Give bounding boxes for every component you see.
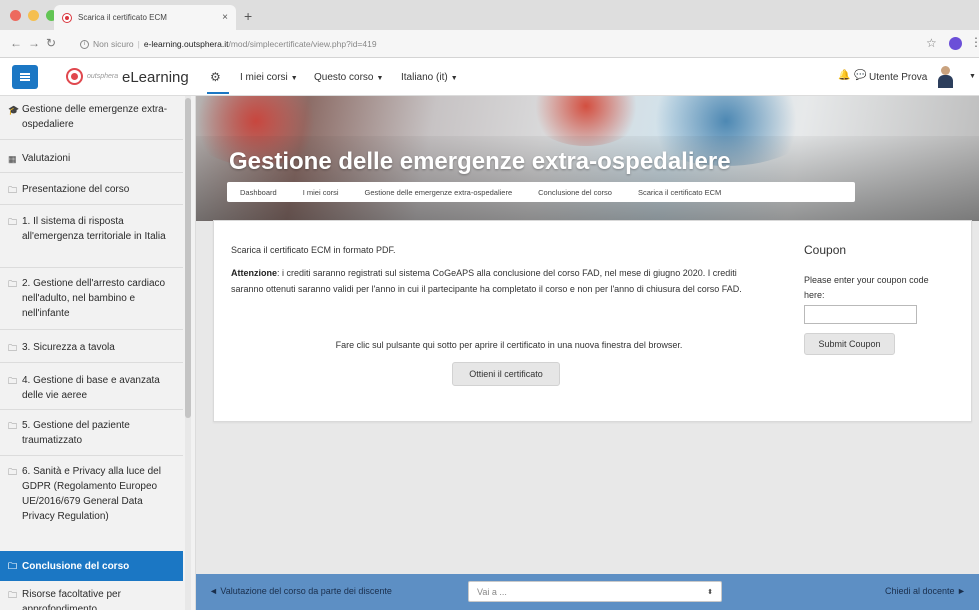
site-navbar: outsphera eLearning ⚙ I miei corsi ▼ Ques… [0, 58, 979, 96]
chevron-down-icon: ▼ [290, 75, 298, 82]
breadcrumb-item[interactable]: Dashboard [227, 188, 290, 197]
submit-coupon-button[interactable]: Submit Coupon [804, 333, 895, 355]
url-security-label: Non sicuro [93, 39, 134, 49]
avatar[interactable] [936, 66, 954, 88]
coupon-title: Coupon [804, 243, 847, 257]
folder-icon: 🗀 [8, 561, 18, 571]
folder-icon: 🗀 [8, 421, 18, 431]
folder-icon: 🗀 [8, 343, 18, 353]
sidebar-item-section[interactable]: 🗀 3. Sicurezza a tavola [0, 340, 183, 355]
coupon-hint: Please enter your coupon code here: [804, 275, 929, 300]
hamburger-icon [20, 76, 30, 78]
drawer-toggle-button[interactable] [12, 65, 38, 89]
jump-to-placeholder: Vai a ... [477, 586, 507, 597]
url-separator: | [137, 39, 140, 49]
previous-activity-link[interactable]: ◄ Valutazione del corso da parte dei dis… [209, 586, 392, 596]
browser-tab[interactable]: Scarica il certificato ECM × [54, 5, 236, 30]
url-host: e-learning.outsphera.it [143, 39, 229, 49]
menu-this-course[interactable]: Questo corso ▼ [314, 72, 383, 83]
coupon-code-input[interactable] [804, 305, 917, 324]
minimize-window-button[interactable] [28, 10, 39, 21]
breadcrumb: Dashboard I miei corsi Gestione delle em… [227, 182, 855, 202]
main-content: Gestione delle emergenze extra-ospedalie… [196, 96, 979, 610]
course-sidebar: 🎓 Gestione delle emergenze extra-ospedali… [0, 96, 196, 610]
sidebar-item-section[interactable]: 🗀 4. Gestione di base e avanzata delle vi… [0, 373, 183, 403]
info-icon[interactable]: i [80, 39, 89, 49]
sidebar-item-active[interactable]: 🗀 Conclusione del corso [0, 551, 183, 581]
sidebar-item-section[interactable]: 🗀 6. Sanità e Privacy alla luce del GDPR … [0, 464, 183, 524]
site-brand[interactable]: eLearning [122, 69, 189, 86]
table-icon: ▦ [8, 154, 17, 164]
folder-icon: 🗀 [8, 185, 18, 195]
breadcrumb-item[interactable]: I miei corsi [290, 188, 352, 197]
tab-close-icon[interactable]: × [222, 12, 228, 23]
sidebar-item-section[interactable]: 🗀 Presentazione del corso [0, 182, 183, 197]
folder-icon: 🗀 [8, 279, 18, 289]
url-path: /mod/simplecertificate/view.php?id=419 [228, 39, 377, 49]
new-tab-icon[interactable]: + [244, 8, 252, 24]
back-arrow-icon[interactable]: ← [10, 36, 22, 50]
warning-label: Attenzione [231, 268, 277, 278]
jump-to-select[interactable]: Vai a ... ⬍ [468, 581, 722, 602]
select-arrows-icon: ⬍ [707, 588, 713, 596]
close-window-button[interactable] [10, 10, 21, 21]
sidebar-item-section[interactable]: 🗀 2. Gestione dell'arresto cardiaco nell'… [0, 276, 183, 321]
chevron-down-icon: ▼ [376, 75, 384, 82]
folder-icon: 🗀 [8, 217, 18, 227]
logo-mark-icon [66, 68, 83, 85]
instruction-text: Fare clic sul pulsante qui sotto per apr… [335, 340, 683, 350]
breadcrumb-item-current: Scarica il certificato ECM [637, 187, 722, 197]
graduation-cap-icon: 🎓 [8, 105, 20, 115]
logo-text: outsphera [87, 73, 119, 80]
sidebar-item-section[interactable]: 🗀 1. Il sistema di risposta all'emergenza… [0, 214, 183, 244]
menu-language[interactable]: Italiano (it) ▼ [401, 72, 458, 83]
sidebar-item-course-home[interactable]: 🎓 Gestione delle emergenze extra-ospedali… [0, 102, 183, 132]
breadcrumb-item[interactable]: Gestione delle emergenze extra-ospedalie… [352, 188, 526, 197]
forward-arrow-icon[interactable]: → [28, 36, 40, 50]
window-controls [10, 10, 57, 21]
browser-tab-bar: Scarica il certificato ECM × + [0, 0, 979, 30]
scrollbar-thumb[interactable] [185, 98, 191, 418]
sidebar-item-grades[interactable]: ▦ Valutazioni [0, 151, 183, 166]
tab-title: Scarica il certificato ECM [78, 13, 167, 22]
user-menu[interactable]: Utente Prova [869, 72, 927, 83]
warning-body: : i crediti saranno registrati sul siste… [231, 268, 742, 294]
sidebar-item-section[interactable]: 🗀 Risorse facoltative per approfondimento [0, 587, 183, 610]
address-bar: ← → ↻ i Non sicuro | e-learning.outspher… [0, 30, 979, 58]
intro-text: Scarica il certificato ECM in formato PD… [231, 245, 396, 255]
get-certificate-button[interactable]: Ottieni il certificato [452, 362, 560, 386]
active-underline [207, 92, 229, 94]
notification-bell-icon[interactable]: 🔔 [838, 70, 850, 81]
page-title: Gestione delle emergenze extra-ospedalie… [229, 148, 731, 175]
warning-text: Attenzione: i crediti saranno registrati… [231, 266, 771, 297]
folder-icon: 🗀 [8, 590, 18, 600]
reload-icon[interactable]: ↻ [46, 36, 56, 50]
site-logo[interactable]: outsphera [66, 68, 118, 85]
next-activity-link[interactable]: Chiedi al docente ► [885, 586, 966, 596]
sidebar-item-section[interactable]: 🗀 5. Gestione del paziente traumatizzato [0, 418, 183, 448]
browser-menu-icon[interactable]: ⋮ [970, 35, 979, 49]
activity-navigation: ◄ Valutazione del corso da parte dei dis… [196, 574, 979, 610]
extension-icon[interactable] [949, 37, 962, 50]
url-field[interactable]: i Non sicuro | e-learning.outsphera.it /… [80, 36, 377, 52]
bookmark-star-icon[interactable]: ☆ [926, 36, 937, 50]
menu-my-courses[interactable]: I miei corsi ▼ [240, 72, 298, 83]
user-menu-chevron-icon[interactable]: ▼ [969, 73, 976, 80]
certificate-card: Scarica il certificato ECM in formato PD… [213, 220, 972, 422]
gear-icon[interactable]: ⚙ [210, 70, 221, 84]
messages-icon[interactable]: 💬 [854, 70, 866, 81]
breadcrumb-item[interactable]: Conclusione del corso [525, 188, 625, 197]
course-header-image: Gestione delle emergenze extra-ospedalie… [196, 96, 979, 221]
folder-icon: 🗀 [8, 467, 18, 477]
sidebar-scrollbar[interactable] [185, 96, 191, 610]
chevron-down-icon: ▼ [450, 75, 458, 82]
favicon-icon [62, 12, 72, 23]
folder-icon: 🗀 [8, 376, 18, 386]
